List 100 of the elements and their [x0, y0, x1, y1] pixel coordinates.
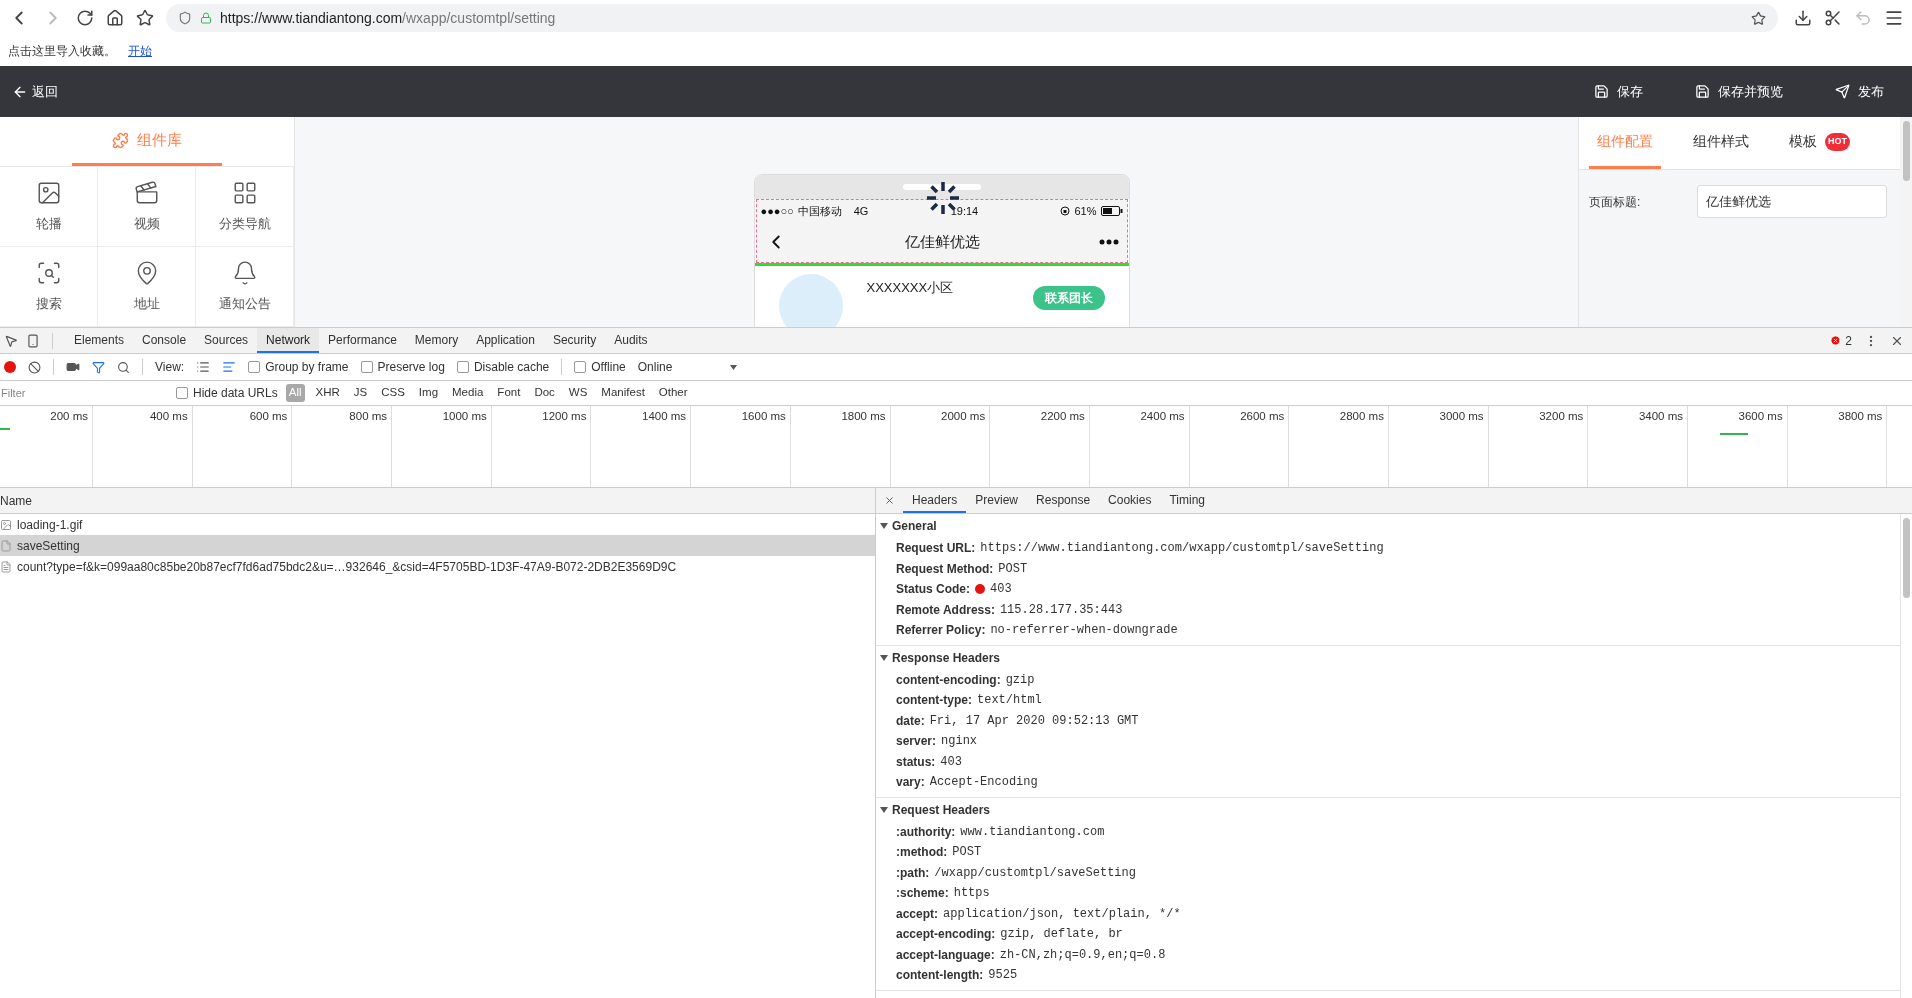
devtools-tab[interactable]: Audits: [605, 328, 657, 353]
expand-triangle-icon[interactable]: [880, 653, 888, 662]
component-item[interactable]: 通知公告: [196, 247, 294, 327]
device-toolbar-icon[interactable]: [26, 333, 40, 348]
more-dots-icon[interactable]: [1098, 239, 1119, 245]
type-filter[interactable]: Img: [415, 384, 442, 402]
filter-icon[interactable]: [92, 360, 105, 374]
detail-tab[interactable]: Cookies: [1099, 488, 1161, 513]
bookmark-star-icon[interactable]: [1751, 10, 1766, 26]
home-icon[interactable]: [106, 9, 124, 27]
tick-label: 2200 ms: [1040, 409, 1085, 424]
inspect-icon[interactable]: [4, 333, 18, 348]
tick-label: 3400 ms: [1638, 409, 1683, 424]
detail-tab[interactable]: Preview: [966, 488, 1028, 513]
phone-page-title: 亿佳鲜优选: [904, 231, 981, 252]
header-action-button[interactable]: 保存: [1594, 81, 1643, 102]
search-icon[interactable]: [117, 360, 130, 374]
devtools-tab[interactable]: Performance: [319, 328, 406, 353]
camera-icon[interactable]: [66, 360, 80, 374]
detail-tab[interactable]: Response: [1027, 488, 1100, 513]
header-key: :authority:: [896, 822, 956, 841]
devtools-tab[interactable]: Elements: [65, 328, 134, 353]
checkbox[interactable]: [360, 361, 373, 373]
component-item[interactable]: 地址: [98, 247, 196, 327]
error-count[interactable]: 2: [1845, 331, 1852, 350]
devtools-tab[interactable]: Application: [467, 328, 544, 353]
checkbox[interactable]: [176, 387, 188, 399]
checkbox[interactable]: [456, 361, 469, 373]
devtools-tab[interactable]: Memory: [405, 328, 468, 353]
detail-tab[interactable]: Headers: [903, 488, 967, 513]
header-action-button[interactable]: 发布: [1835, 81, 1884, 102]
section-header[interactable]: Request Headers: [876, 797, 1900, 822]
component-item[interactable]: 分类导航: [196, 167, 294, 247]
name-column-header[interactable]: Name: [0, 488, 875, 514]
tick-label: 1800 ms: [841, 409, 886, 424]
request-row[interactable]: saveSetting: [0, 535, 875, 556]
header-key: status:: [896, 752, 936, 771]
throttle-dropdown[interactable]: Online: [637, 358, 738, 376]
header-key: Referrer Policy:: [896, 621, 986, 640]
waterfall-icon[interactable]: [222, 360, 237, 374]
header-value: application/json, text/plain, */*: [943, 905, 1181, 923]
config-tab[interactable]: 模板 HOT: [1781, 117, 1858, 169]
devtools-tab[interactable]: Console: [133, 328, 196, 353]
expand-triangle-icon[interactable]: [880, 805, 888, 814]
option-label: Disable cache: [473, 359, 550, 376]
section-header[interactable]: Response Headers: [876, 645, 1900, 670]
start-link[interactable]: 开始: [128, 42, 152, 60]
request-name: count?type=f&k=099aa80c85be20b87ecf7fd6ad75bdc2&u=…932646_&csid=4F5705BD-1D3F-47A9-B072-2DB2E3569D9C: [17, 558, 677, 576]
view-label: View:: [155, 359, 185, 376]
devtools-tab[interactable]: Network: [257, 328, 320, 353]
header-key: vary:: [896, 773, 925, 792]
type-filter[interactable]: XHR: [312, 384, 343, 402]
component-item[interactable]: 搜索: [0, 247, 98, 327]
request-name: loading-1.gif: [17, 516, 83, 534]
close-detail-icon[interactable]: [884, 495, 895, 506]
header-value: 403: [940, 753, 962, 771]
scissors-icon[interactable]: [1824, 9, 1842, 27]
record-button[interactable]: [4, 361, 16, 373]
type-filter[interactable]: JS: [350, 384, 371, 402]
type-filter[interactable]: Manifest: [598, 384, 648, 402]
network-text: 4G: [853, 203, 869, 219]
type-filter[interactable]: Other: [655, 384, 691, 402]
section-header[interactable]: General: [876, 514, 1900, 538]
scrollbar-thumb[interactable]: [1902, 121, 1910, 181]
component-item[interactable]: 视频: [98, 167, 196, 247]
list-icon[interactable]: [196, 360, 211, 374]
expand-triangle-icon[interactable]: [880, 522, 888, 530]
type-filter[interactable]: CSS: [378, 384, 408, 402]
back-button[interactable]: 返回: [12, 81, 58, 102]
scrollbar-thumb[interactable]: [1903, 518, 1910, 598]
puzzle-icon: [112, 131, 129, 149]
star-icon[interactable]: [136, 9, 154, 27]
filter-field[interactable]: Filter: [0, 383, 160, 403]
download-icon[interactable]: [1794, 9, 1812, 27]
checkbox[interactable]: [248, 361, 261, 373]
devtools-tab[interactable]: Security: [543, 328, 606, 353]
address-bar[interactable]: https://www.tiandiantong.com/wxapp/customtpl/setting: [166, 4, 1778, 32]
header-action-button[interactable]: 保存并预览: [1695, 81, 1783, 102]
type-filter[interactable]: WS: [565, 384, 591, 402]
clear-icon[interactable]: [28, 360, 41, 374]
bookmark-hint: 点击这里导入收藏。: [8, 43, 116, 60]
config-tab[interactable]: 组件样式: [1685, 117, 1757, 169]
devtools-tab[interactable]: Sources: [195, 328, 258, 353]
header-value: zh-CN,zh;q=0.9,en;q=0.8: [999, 946, 1166, 964]
type-filter[interactable]: Font: [494, 384, 524, 402]
tick-label: 800 ms: [349, 409, 388, 424]
page-title-field[interactable]: 亿佳鲜优选: [1697, 185, 1887, 218]
header-key: :method:: [896, 843, 948, 862]
menu-icon[interactable]: [1884, 8, 1904, 28]
checkbox[interactable]: [574, 361, 587, 373]
component-item[interactable]: 轮播: [0, 167, 98, 247]
header-key: accept-encoding:: [896, 925, 996, 944]
type-filter[interactable]: Doc: [531, 384, 558, 402]
detail-tab[interactable]: Timing: [1160, 488, 1214, 513]
tick-label: 200 ms: [50, 409, 88, 424]
header-value: gzip, deflate, br: [1000, 926, 1123, 944]
header-value: POST: [952, 844, 982, 862]
type-filter[interactable]: Media: [449, 384, 487, 402]
error-icon: [1830, 335, 1842, 346]
reload-icon[interactable]: [76, 9, 94, 27]
